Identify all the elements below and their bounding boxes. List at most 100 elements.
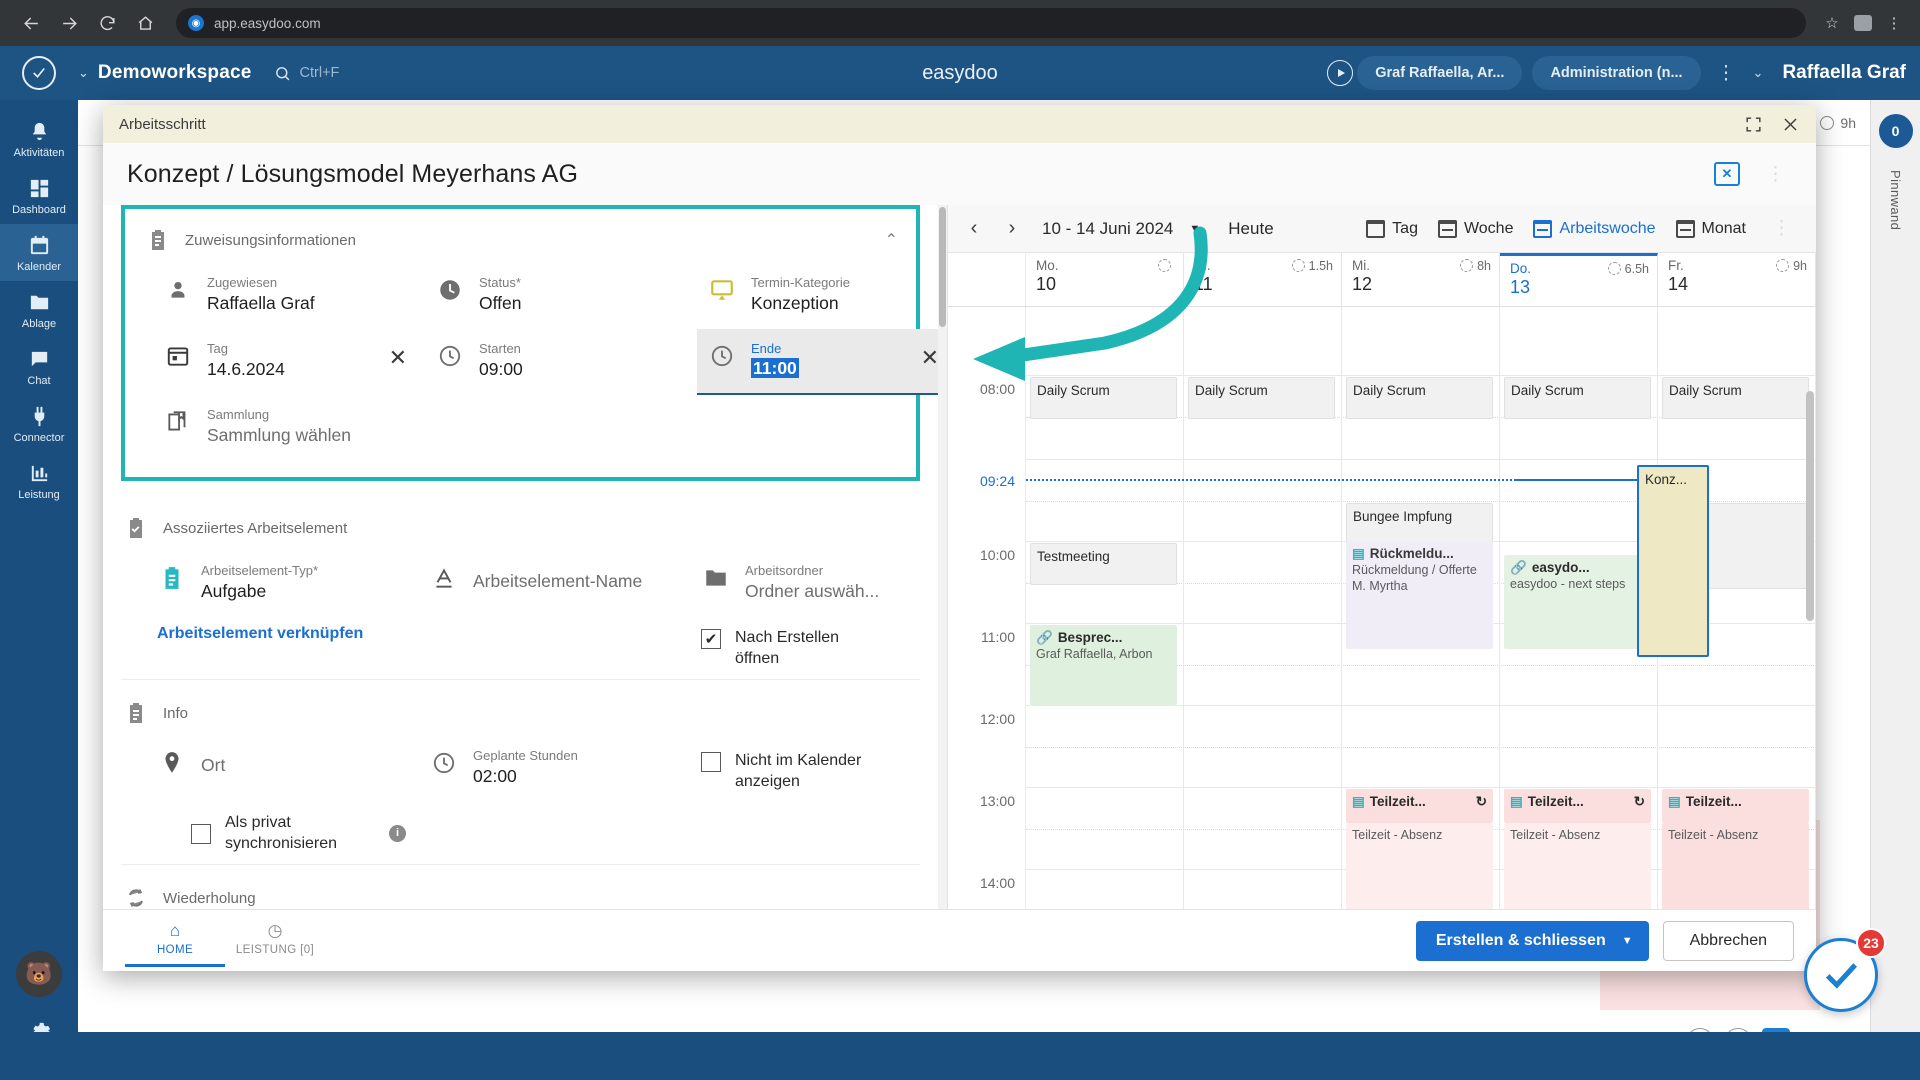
event-teilzeit-absenz[interactable]: Teilzeit - Absenz bbox=[1346, 823, 1493, 909]
calendar-scrollbar[interactable] bbox=[1806, 311, 1814, 905]
event-teilzeit[interactable]: ▤ Teilzeit... ↻ bbox=[1504, 789, 1651, 823]
day-column-do[interactable]: Daily Scrum 🔗 easydo... easydoo - next s… bbox=[1500, 307, 1709, 909]
chevron-left-icon[interactable]: ‹ bbox=[960, 215, 988, 243]
checkbox-icon[interactable] bbox=[701, 629, 721, 649]
event-rueckmeldung[interactable]: ▤ Rückmeldu... Rückmeldung / Offerte M. … bbox=[1346, 541, 1493, 649]
event-daily-scrum[interactable]: Daily Scrum bbox=[1188, 377, 1335, 419]
event-teilzeit-absenz[interactable]: Teilzeit - Absenz bbox=[1662, 823, 1809, 909]
field-status[interactable]: Status* Offen bbox=[435, 263, 707, 329]
event-easydoo[interactable]: 🔗 easydo... easydoo - next steps bbox=[1504, 555, 1651, 649]
link-arbeitselement-verknuepfen[interactable]: Arbeitselement verknüpfen bbox=[157, 625, 363, 642]
day-header-di[interactable]: Di. 1.5h 11 bbox=[1184, 253, 1342, 306]
calendar-more-vertical-icon[interactable]: ⋮ bbox=[1766, 217, 1798, 240]
field-geplante-stunden[interactable]: Geplante Stunden 02:00 bbox=[429, 736, 701, 802]
workspace-name[interactable]: Demoworkspace bbox=[98, 62, 252, 84]
clear-ende-icon[interactable]: ✕ bbox=[921, 347, 938, 369]
address-bar[interactable]: ◉ app.easydoo.com bbox=[176, 8, 1806, 38]
field-ort[interactable]: Ort bbox=[157, 736, 429, 802]
day-column-di[interactable]: Daily Scrum bbox=[1184, 307, 1342, 909]
avatar[interactable]: 🐻 bbox=[16, 951, 62, 997]
calendar-range-chevron-down-icon[interactable]: ▼ bbox=[1189, 223, 1200, 235]
timer-pill[interactable]: Graf Raffaella, Ar... bbox=[1357, 56, 1523, 90]
field-arbeitsordner[interactable]: Arbeitsordner Ordner auswäh... bbox=[701, 551, 938, 617]
form-scrollbar[interactable] bbox=[938, 205, 947, 909]
event-teilzeit[interactable]: ▤ Teilzeit... bbox=[1662, 789, 1809, 823]
field-arbeitselement-typ[interactable]: Arbeitselement-Typ* Aufgabe bbox=[157, 551, 429, 617]
header-search[interactable]: Ctrl+F bbox=[274, 65, 339, 82]
event-konzept-draft[interactable]: Konz... bbox=[1637, 465, 1709, 657]
dialog-more-vertical-icon[interactable]: ⋮ bbox=[1760, 163, 1792, 186]
chevron-down-icon[interactable]: ▼ bbox=[1622, 935, 1633, 947]
calendar-scrollbar-thumb[interactable] bbox=[1806, 391, 1814, 621]
value-ende[interactable]: 11:00 bbox=[751, 358, 799, 378]
user-chevron-down-icon[interactable]: ⌄ bbox=[1753, 65, 1764, 81]
header-more-vertical-icon[interactable]: ⋮ bbox=[1711, 62, 1743, 85]
maximize-icon[interactable] bbox=[1744, 115, 1763, 134]
view-tab-arbeitswoche[interactable]: Arbeitswoche bbox=[1533, 219, 1656, 238]
chevron-up-icon[interactable]: ⌃ bbox=[885, 230, 898, 250]
day-header-do[interactable]: Do. 6.5h 13 bbox=[1500, 253, 1658, 306]
day-header-mi[interactable]: Mi. 8h 12 bbox=[1342, 253, 1500, 306]
sidebar-item-chat[interactable]: Chat bbox=[0, 338, 78, 395]
tab-leistung[interactable]: ◷ LEISTUNG [0] bbox=[225, 915, 325, 967]
info-icon[interactable]: i bbox=[389, 824, 406, 842]
field-zugewiesen[interactable]: Zugewiesen Raffaella Graf bbox=[163, 263, 435, 329]
view-tab-woche[interactable]: Woche bbox=[1437, 219, 1513, 238]
extensions-icon[interactable] bbox=[1854, 15, 1872, 31]
day-header-fr[interactable]: Fr. 9h 14 bbox=[1658, 253, 1816, 306]
tab-home[interactable]: ⌂ HOME bbox=[125, 915, 225, 967]
checkbox-als-privat-synchronisieren[interactable]: Als privat synchronisieren i bbox=[157, 802, 429, 864]
current-user-name[interactable]: Raffaella Graf bbox=[1782, 62, 1906, 84]
checkbox-icon[interactable] bbox=[701, 752, 721, 772]
view-tab-tag[interactable]: Tag bbox=[1366, 219, 1418, 238]
notification-count-badge[interactable]: 23 bbox=[1856, 928, 1886, 958]
event-teilzeit-absenz[interactable]: Teilzeit - Absenz bbox=[1504, 823, 1651, 909]
day-column-mo[interactable]: Daily Scrum Testmeeting 🔗 Besprec... Gra… bbox=[1026, 307, 1184, 909]
field-tag[interactable]: Tag 14.6.2024 ✕ bbox=[163, 329, 435, 395]
field-starten[interactable]: Starten 09:00 bbox=[435, 329, 707, 395]
event-testmeeting[interactable]: Testmeeting bbox=[1030, 543, 1177, 585]
forward-arrow-icon[interactable] bbox=[52, 6, 86, 40]
abbrechen-button[interactable]: Abbrechen bbox=[1662, 920, 1794, 961]
field-ende[interactable]: Ende 11:00 ✕ bbox=[697, 329, 938, 395]
sidebar-item-connector[interactable]: Connector bbox=[0, 395, 78, 452]
view-tab-monat[interactable]: Monat bbox=[1675, 219, 1746, 238]
event-daily-scrum[interactable]: Daily Scrum bbox=[1346, 377, 1493, 419]
field-arbeitselement-name[interactable]: Arbeitselement-Name bbox=[429, 551, 701, 617]
event-teilzeit[interactable]: ▤ Teilzeit... ↻ bbox=[1346, 789, 1493, 823]
today-button[interactable]: Heute bbox=[1228, 219, 1273, 239]
sidebar-item-aktivitaeten[interactable]: Aktivitäten bbox=[0, 110, 78, 167]
sidebar-item-kalender[interactable]: Kalender bbox=[0, 224, 78, 281]
bookmark-star-icon[interactable]: ☆ bbox=[1820, 14, 1844, 32]
event-daily-scrum[interactable]: Daily Scrum bbox=[1504, 377, 1651, 419]
administration-pill[interactable]: Administration (n... bbox=[1532, 56, 1701, 90]
checkbox-icon[interactable] bbox=[191, 824, 211, 844]
easydoo-logo[interactable] bbox=[0, 56, 78, 90]
clear-tag-icon[interactable]: ✕ bbox=[389, 347, 407, 369]
calendar-x-icon[interactable]: ✕ bbox=[1714, 162, 1740, 186]
event-daily-scrum[interactable]: Daily Scrum bbox=[1030, 377, 1177, 419]
chevron-right-icon[interactable]: › bbox=[998, 215, 1026, 243]
sidebar-item-ablage[interactable]: Ablage bbox=[0, 281, 78, 338]
close-icon[interactable] bbox=[1781, 115, 1800, 134]
field-termin-kategorie[interactable]: Termin-Kategorie Konzeption bbox=[707, 263, 938, 329]
back-arrow-icon[interactable] bbox=[14, 6, 48, 40]
workspace-chevron-down-icon[interactable]: ⌄ bbox=[78, 65, 89, 81]
pinnwand-count-badge[interactable]: 0 bbox=[1878, 114, 1913, 148]
reload-icon[interactable] bbox=[90, 6, 124, 40]
checkbox-nach-erstellen-oeffnen[interactable]: Nach Erstellen öffnen bbox=[701, 617, 938, 679]
erstellen-und-schliessen-button[interactable]: Erstellen & schliessen ▼ bbox=[1415, 920, 1649, 961]
browser-menu-icon[interactable]: ⋮ bbox=[1882, 14, 1906, 32]
sidebar-item-dashboard[interactable]: Dashboard bbox=[0, 167, 78, 224]
event-daily-scrum[interactable]: Daily Scrum bbox=[1662, 377, 1809, 419]
sidebar-item-leistung[interactable]: Leistung bbox=[0, 452, 78, 509]
home-icon[interactable] bbox=[128, 6, 162, 40]
pinnwand-label[interactable]: Pinnwand bbox=[1888, 170, 1903, 230]
day-column-mi[interactable]: Daily Scrum Bungee Impfung ▤ Rückmeldu..… bbox=[1342, 307, 1500, 909]
play-icon[interactable] bbox=[1327, 60, 1354, 86]
day-header-mo[interactable]: Mo. 10 bbox=[1026, 253, 1184, 306]
checkbox-nicht-im-kalender[interactable]: Nicht im Kalender anzeigen bbox=[701, 736, 938, 802]
field-sammlung[interactable]: Sammlung Sammlung wählen bbox=[163, 395, 435, 461]
form-scrollbar-thumb[interactable] bbox=[939, 207, 946, 327]
event-besprechung[interactable]: 🔗 Besprec... Graf Raffaella, Arbon bbox=[1030, 625, 1177, 705]
